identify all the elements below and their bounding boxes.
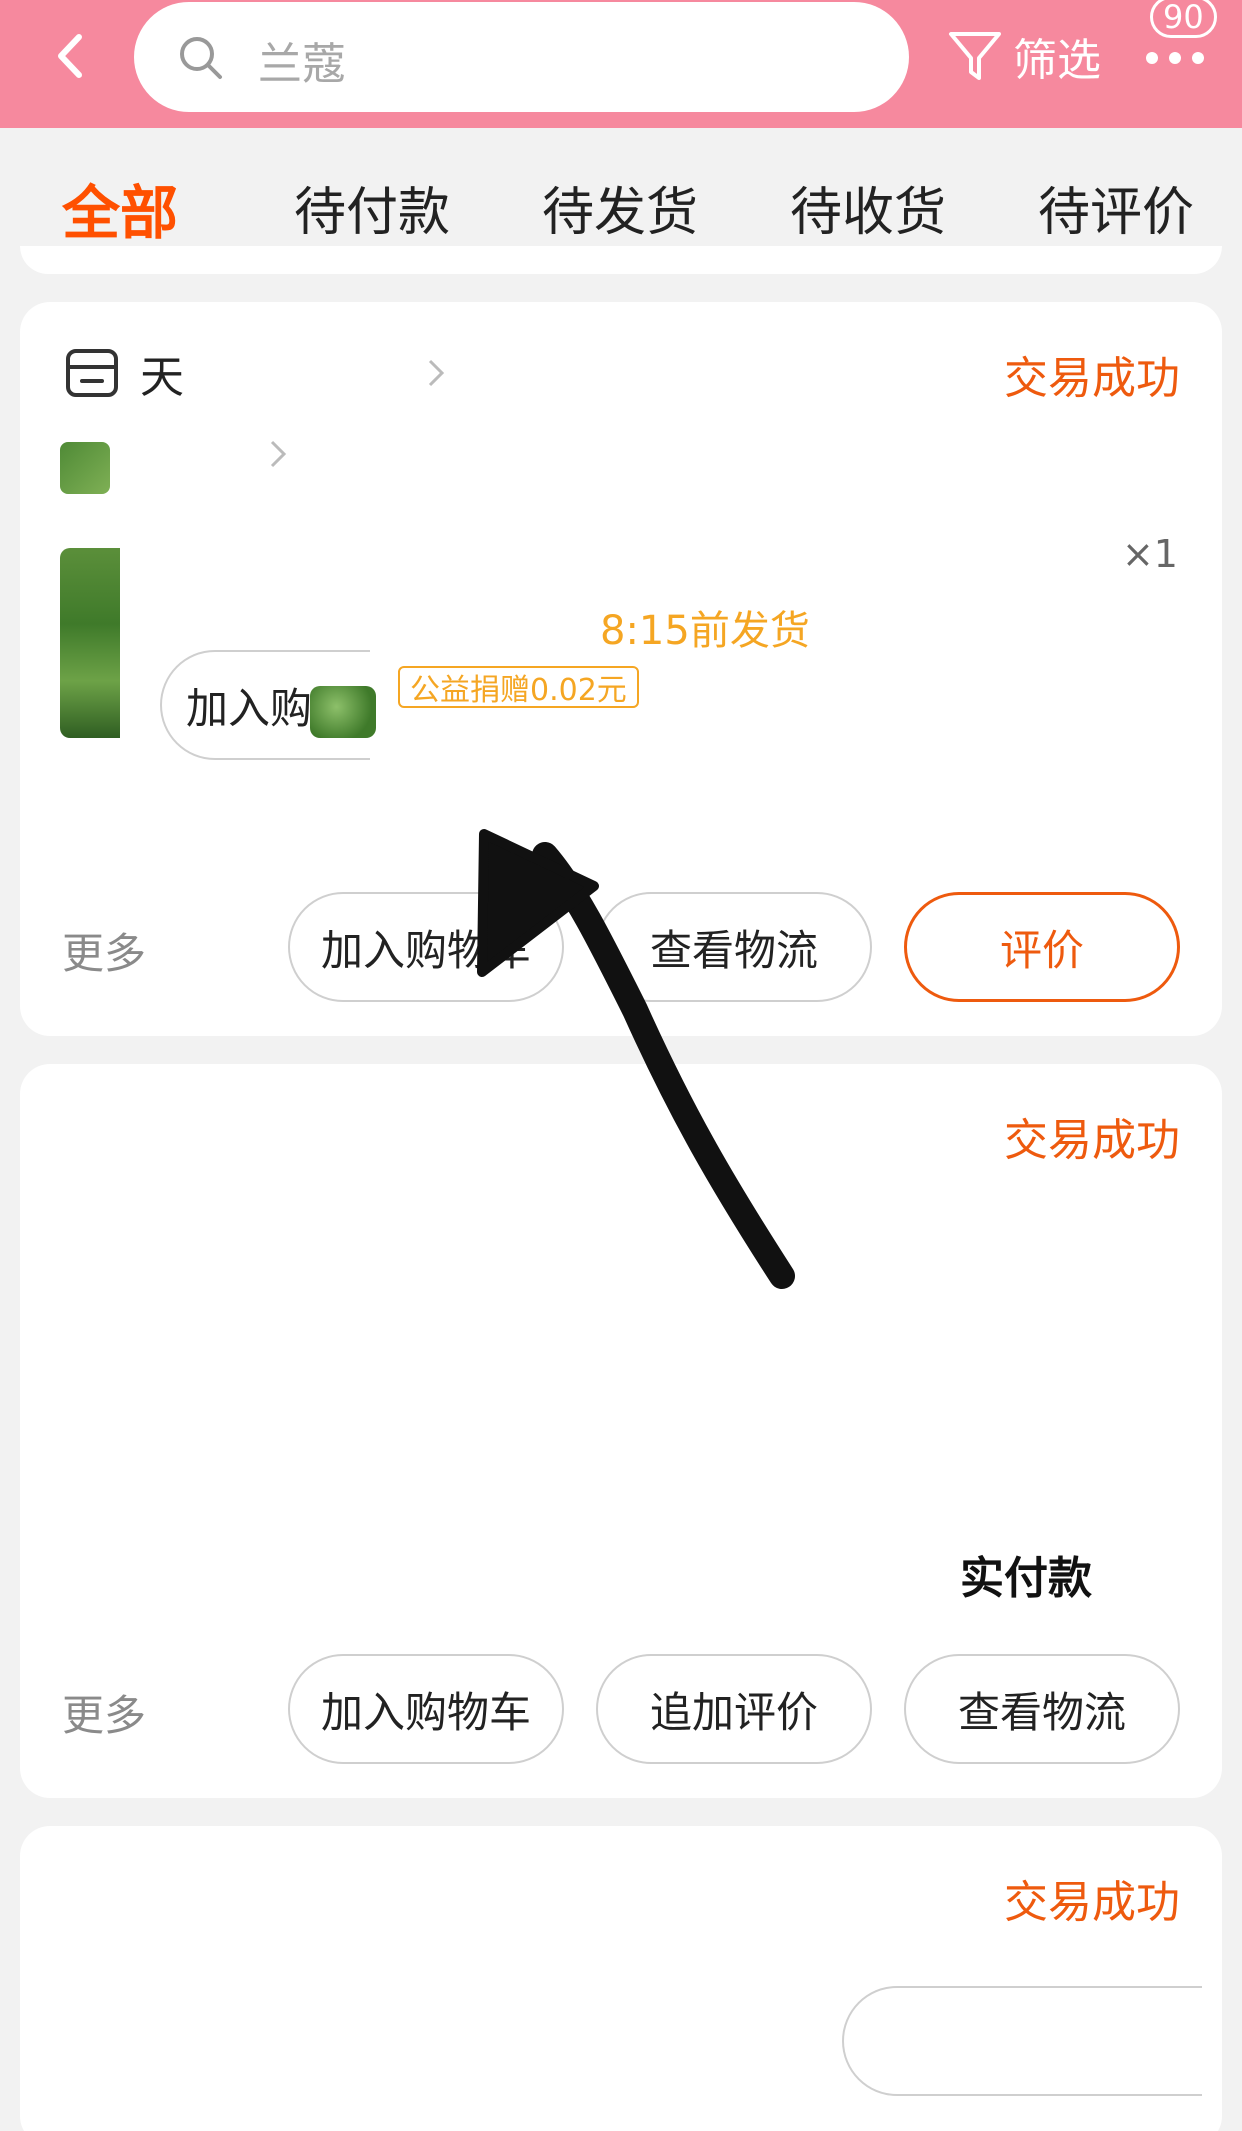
top-header: 兰蔻 筛选 90 — [0, 0, 1242, 128]
charity-tag: 公益捐赠0.02元 — [398, 666, 639, 708]
search-icon — [180, 37, 222, 79]
action-button[interactable] — [842, 1986, 1202, 2096]
more-link[interactable]: 更多 — [62, 1682, 146, 1743]
tab-pending-receipt[interactable]: 待收货 — [790, 170, 946, 245]
ship-info: 8:15前发货 — [600, 598, 810, 656]
order-card[interactable]: 天 交易成功 ×1 8:15前发货 公益捐赠0.02元 加入购 更多 加入购物车… — [20, 302, 1222, 1036]
product-thumbnail[interactable] — [60, 442, 110, 494]
tab-pending-payment[interactable]: 待付款 — [294, 170, 450, 245]
tab-all[interactable]: 全部 — [62, 166, 178, 250]
view-logistics-button[interactable]: 查看物流 — [904, 1654, 1180, 1764]
chevron-right-icon — [270, 440, 287, 468]
paid-amount-label: 实付款 — [960, 1553, 1092, 1604]
shop-name: 天 — [140, 352, 184, 403]
order-status: 交易成功 — [1004, 353, 1180, 404]
tab-divider — [20, 246, 1222, 274]
review-button[interactable]: 评价 — [904, 892, 1180, 1002]
order-status: 交易成功 — [1004, 1115, 1180, 1166]
ship-time: 8:15 — [600, 608, 690, 654]
order-status: 交易成功 — [1004, 1877, 1180, 1928]
order-tabs: 全部 待付款 待发货 待收货 待评价 — [0, 128, 1242, 260]
order-card[interactable]: 交易成功 实付款 更多 加入购物车 追加评价 查看物流 — [20, 1064, 1222, 1798]
overlay-thumbnail — [310, 686, 376, 738]
order-card[interactable]: 交易成功 — [20, 1826, 1222, 2131]
add-to-cart-button[interactable]: 加入购物车 — [288, 1654, 564, 1764]
filter-button[interactable]: 筛选 — [945, 20, 1101, 92]
add-to-cart-button[interactable]: 加入购物车 — [288, 892, 564, 1002]
ship-info-label: 前发货 — [689, 608, 810, 654]
search-placeholder: 兰蔻 — [258, 39, 346, 90]
filter-funnel-icon — [949, 32, 1001, 80]
more-link[interactable]: 更多 — [62, 920, 146, 981]
tab-pending-review[interactable]: 待评价 — [1038, 170, 1194, 245]
shop-header[interactable]: 天 — [62, 338, 448, 408]
chevron-right-icon — [428, 359, 445, 387]
product-image[interactable] — [60, 548, 120, 738]
filter-label: 筛选 — [1013, 35, 1101, 86]
view-logistics-button[interactable]: 查看物流 — [596, 892, 872, 1002]
add-review-button[interactable]: 追加评价 — [596, 1654, 872, 1764]
item-quantity: ×1 — [1121, 532, 1178, 576]
back-button[interactable] — [40, 20, 100, 92]
search-input[interactable]: 兰蔻 — [134, 2, 909, 112]
tab-pending-shipment[interactable]: 待发货 — [542, 170, 698, 245]
chevron-left-icon — [58, 34, 82, 78]
shop-icon — [66, 349, 118, 397]
notification-badge: 90 — [1150, 0, 1217, 38]
